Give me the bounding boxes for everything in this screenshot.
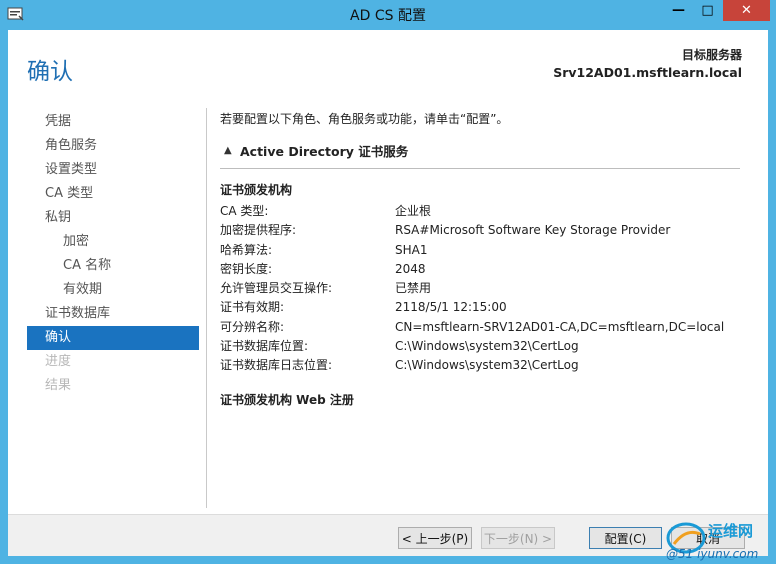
nav-item[interactable]: 凭据 <box>27 110 199 134</box>
group-title: 证书颁发机构 <box>220 183 293 197</box>
configure-button[interactable]: 配置(C) <box>589 527 662 549</box>
nav-item: 结果 <box>45 378 72 393</box>
next-button[interactable]: 下一步(N) > <box>481 527 555 549</box>
property-row: 可分辨名称: CN=msftlearn-SRV12AD01-CA,DC=msftl… <box>220 318 740 337</box>
properties-list: CA 类型: 企业根加密提供程序: RSA#Microsoft Software K… <box>220 202 740 376</box>
property-row: CA 类型: 企业根 <box>220 202 740 221</box>
nav-divider <box>206 108 207 508</box>
property-label: 证书数据库日志位置: <box>220 358 333 373</box>
property-label: 加密提供程序: <box>220 223 297 238</box>
minimize-button[interactable]: — <box>665 0 692 21</box>
destination-server-value: Srv12AD01.msftlearn.local <box>553 65 742 80</box>
nav-item[interactable]: 加密 <box>27 230 199 254</box>
window-title: AD CS 配置 <box>350 8 426 24</box>
section-header[interactable]: ▲ Active Directory 证书服务 <box>220 141 740 169</box>
previous-button[interactable]: < 上一步(P) <box>398 527 472 549</box>
property-row: 证书数据库位置: C:\Windows\system32\CertLog <box>220 337 740 356</box>
wizard-nav: 凭据 角色服务 设置类型 CA 类型 私钥 加密 CA 名称 有效期 证书数据库 确认进度结果 <box>27 110 199 398</box>
nav-item[interactable]: CA 名称 <box>27 254 199 278</box>
title-bar[interactable]: AD CS 配置 — □ ✕ <box>0 0 776 30</box>
property-value: 2118/5/1 12:15:00 <box>395 300 507 315</box>
nav-item[interactable]: 确认 <box>27 326 199 350</box>
property-row: 密钥长度: 2048 <box>220 260 740 279</box>
property-label: 证书数据库位置: <box>220 339 309 354</box>
nav-item[interactable]: 有效期 <box>27 278 199 302</box>
property-row: 证书有效期: 2118/5/1 12:15:00 <box>220 298 740 317</box>
nav-item[interactable]: CA 类型 <box>27 182 199 206</box>
property-row: 哈希算法: SHA1 <box>220 241 740 260</box>
nav-item[interactable]: 证书数据库 <box>27 302 199 326</box>
wizard-footer: < 上一步(P) 下一步(N) > 配置(C) 取消 <box>8 514 768 556</box>
property-value: 企业根 <box>395 204 432 218</box>
property-label: CA 类型: <box>220 204 269 218</box>
group-title-web-enrollment: 证书颁发机构 Web 注册 <box>220 392 354 407</box>
property-value: RSA#Microsoft Software Key Storage Provi… <box>395 223 671 238</box>
destination-server-label: 目标服务器 <box>681 48 742 62</box>
chevron-up-icon[interactable]: ▲ <box>224 145 240 156</box>
property-label: 密钥长度: <box>220 261 273 276</box>
property-value: SHA1 <box>395 242 428 257</box>
nav-item[interactable]: 私钥 <box>27 206 199 230</box>
page-title: 确认 <box>27 59 73 85</box>
property-row: 允许管理员交互操作: 已禁用 <box>220 279 740 298</box>
property-label: 哈希算法: <box>220 242 273 257</box>
property-label: 证书有效期: <box>220 300 285 315</box>
watermark-subtext: @51 iyunv.com <box>666 547 758 561</box>
intro-text: 若要配置以下角色、角色服务或功能，请单击“配置”。 <box>220 112 509 126</box>
property-value: C:\Windows\system32\CertLog <box>395 339 579 354</box>
property-value: C:\Windows\system32\CertLog <box>395 358 579 373</box>
wizard-client-area: 确认 目标服务器 Srv12AD01.msftlearn.local 凭据 角色服… <box>8 30 768 556</box>
nav-item: 进度 <box>45 354 72 369</box>
section-title: Active Directory 证书服务 <box>240 144 409 159</box>
confirmation-content: 若要配置以下角色、角色服务或功能，请单击“配置”。 ▲ Active Direc… <box>220 110 740 408</box>
property-value: 2048 <box>395 261 426 276</box>
maximize-button[interactable]: □ <box>694 0 721 21</box>
close-button[interactable]: ✕ <box>723 0 770 21</box>
watermark-text: 运维网 <box>708 522 753 540</box>
nav-item[interactable]: 设置类型 <box>27 158 199 182</box>
property-label: 允许管理员交互操作: <box>220 281 333 296</box>
property-value: CN=msftlearn-SRV12AD01-CA,DC=msftlearn,D… <box>395 319 725 334</box>
property-value: 已禁用 <box>395 281 432 296</box>
property-row: 加密提供程序: RSA#Microsoft Software Key Storag… <box>220 221 740 240</box>
property-label: 可分辨名称: <box>220 319 285 334</box>
app-window: AD CS 配置 — □ ✕ 确认 目标服务器 Srv12AD01.msftle… <box>0 0 776 564</box>
nav-item[interactable]: 角色服务 <box>27 134 199 158</box>
watermark-logo: 运维网 @51 iyunv.com <box>666 522 758 561</box>
property-row: 证书数据库日志位置: C:\Windows\system32\CertLog <box>220 356 740 375</box>
